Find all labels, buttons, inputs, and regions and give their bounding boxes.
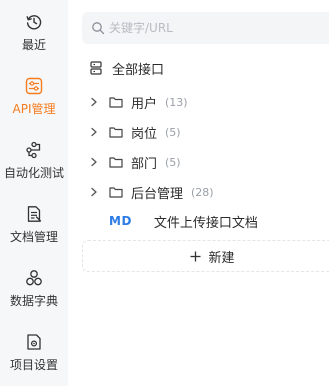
folder-icon	[109, 127, 123, 138]
search-icon	[92, 22, 105, 35]
chevron-right-icon	[91, 127, 97, 137]
document-icon	[27, 206, 42, 222]
folder-label: 岗位	[131, 126, 158, 142]
nav-item-project-settings[interactable]: 项目设置	[0, 333, 68, 373]
markdown-badge: MD	[109, 214, 132, 228]
data-dictionary-icon	[26, 270, 42, 286]
tree-root-all-apis[interactable]: 全部接口	[90, 56, 164, 80]
app-root: 最近 API管理 自动化测试 文档管理 数据字典 项目设置 关键字/URL 全部…	[0, 0, 329, 386]
chevron-right-icon	[91, 97, 97, 107]
folder-icon	[109, 187, 123, 198]
folder-icon	[109, 97, 123, 108]
nav-item-automation-test[interactable]: 自动化测试	[0, 141, 68, 181]
nav-item-api-management[interactable]: API管理	[0, 77, 68, 117]
automation-test-icon	[26, 141, 41, 159]
tree-folder-positions[interactable]: 岗位 (5)	[89, 120, 181, 144]
folder-count: (28)	[191, 185, 214, 199]
nav-item-label: API管理	[12, 102, 56, 116]
tree-root-label: 全部接口	[112, 62, 165, 78]
nav-item-label: 最近	[21, 38, 46, 52]
folder-count: (13)	[165, 95, 188, 109]
folder-count: (5)	[165, 155, 181, 169]
folder-icon	[109, 157, 123, 168]
folder-label: 后台管理	[131, 186, 184, 202]
project-settings-icon	[27, 334, 41, 350]
chevron-right-icon	[91, 187, 97, 197]
database-icon	[90, 61, 102, 75]
nav-item-label: 数据字典	[9, 294, 58, 308]
folder-label: 用户	[131, 96, 158, 112]
tree-folder-admin[interactable]: 后台管理 (28)	[89, 180, 214, 204]
tree-doc-file-upload[interactable]: MD 文件上传接口文档	[109, 209, 258, 233]
history-icon	[26, 15, 42, 30]
folder-count: (5)	[165, 125, 181, 139]
search-input[interactable]	[109, 21, 309, 35]
nav-item-label: 自动化测试	[3, 166, 64, 180]
api-management-icon	[25, 77, 43, 95]
doc-label: 文件上传接口文档	[153, 215, 258, 231]
nav-item-label: 文档管理	[9, 230, 58, 244]
nav-item-document-management[interactable]: 文档管理	[0, 205, 68, 245]
left-nav-rail: 最近 API管理 自动化测试 文档管理 数据字典 项目设置	[0, 0, 68, 386]
nav-item-recent[interactable]: 最近	[0, 13, 68, 53]
new-button[interactable]: 新建	[82, 240, 329, 272]
chevron-right-icon	[91, 157, 97, 167]
search-box	[82, 12, 329, 44]
tree-folder-users[interactable]: 用户 (13)	[89, 90, 188, 114]
new-button-label: 新建	[208, 250, 235, 266]
folder-label: 部门	[131, 156, 158, 172]
api-tree-panel: 全部接口 用户 (13) 岗位 (5)	[68, 0, 329, 386]
plus-icon	[190, 251, 201, 261]
nav-item-data-dictionary[interactable]: 数据字典	[0, 269, 68, 309]
nav-item-label: 项目设置	[9, 358, 58, 372]
tree-folder-departments[interactable]: 部门 (5)	[89, 150, 181, 174]
